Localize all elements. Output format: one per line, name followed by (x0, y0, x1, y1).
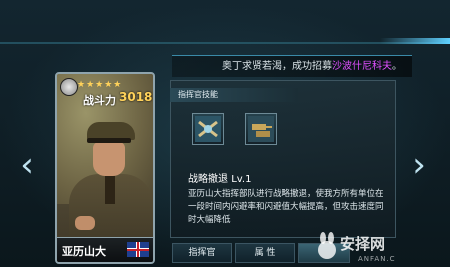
portrait-visor (87, 138, 131, 143)
announcement-prefix: 奥丁求贤若渴，成功招募 (222, 61, 332, 72)
crossed-planes-icon (195, 116, 221, 142)
next-arrow-icon[interactable]: › (408, 145, 430, 185)
skill-level: Lv.1 (231, 174, 252, 185)
tab-attributes[interactable]: 属 性 (235, 243, 295, 263)
power-value: 3018 (119, 90, 153, 104)
watermark-subtext: ANFAN.C (358, 255, 396, 263)
portrait-face (93, 142, 125, 176)
portrait-hand (75, 216, 95, 230)
rabbit-logo-icon (318, 232, 336, 259)
uk-flag-icon (127, 242, 149, 257)
portrait-tie (105, 176, 115, 204)
panel-tab-commander-skills: 指挥官技能 (170, 88, 298, 102)
power-label: 战斗力 (83, 94, 116, 107)
announcement-highlight-name: 沙波什尼科夫 (332, 61, 392, 72)
skill-title: 战略撤退 Lv.1 (188, 170, 251, 185)
nameplate: 亚历山大 (57, 237, 153, 262)
tanks-icon (248, 116, 274, 142)
skill-name: 战略撤退 (188, 174, 228, 185)
previous-arrow-icon[interactable]: ‹ (16, 145, 38, 185)
star-rating: ★★★★★ (77, 80, 123, 90)
skill-description: 亚历山大指挥部队进行战略撤退，使我方所有单位在一段时间内闪避率和闪避值大幅提高，… (188, 189, 384, 225)
skill-slot-2[interactable] (245, 113, 277, 145)
tab-commander[interactable]: 指挥官 (172, 243, 232, 263)
rank-badge-icon (60, 78, 78, 96)
announcement-suffix: 。 (392, 61, 402, 72)
recruit-announcement: 奥丁求贤若渴，成功招募沙波什尼科夫。 (172, 55, 412, 77)
commander-name: 亚历山大 (62, 245, 106, 258)
top-glow-decoration (380, 38, 450, 44)
watermark-text: 安择网 (340, 235, 386, 253)
skill-slot-1[interactable] (192, 113, 224, 145)
commander-card[interactable]: ★★★★★ 战斗力 3018 亚历山大 (55, 72, 155, 264)
